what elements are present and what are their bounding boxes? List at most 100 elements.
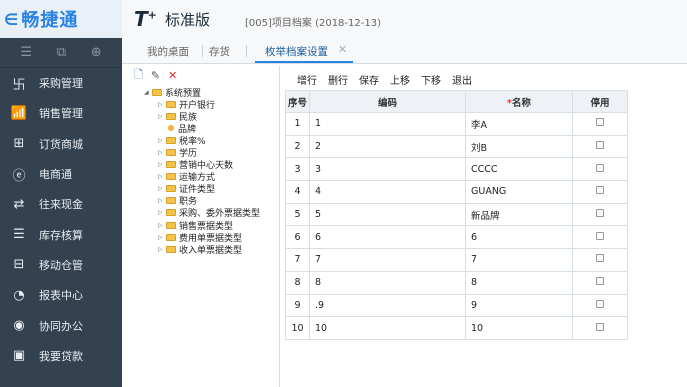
cell-code[interactable]: 6	[309, 225, 466, 250]
table-row[interactable]: 1 1 李A	[285, 112, 628, 136]
disabled-checkbox[interactable]	[596, 141, 604, 150]
exit-button[interactable]: 退出	[452, 72, 472, 87]
cell-name[interactable]: 新品牌	[465, 202, 573, 227]
cell-seq[interactable]: 1	[285, 112, 310, 136]
nav-item[interactable]: ⊞ 订货商城	[0, 129, 122, 159]
tab-my-desktop[interactable]: 我的桌面	[147, 44, 189, 59]
expand-toggle-icon[interactable]: ▷	[158, 101, 166, 108]
expand-toggle-icon[interactable]: ▷	[158, 149, 166, 156]
cell-seq[interactable]: 7	[285, 248, 310, 272]
disabled-checkbox[interactable]	[596, 299, 604, 308]
add-row-button[interactable]: 增行	[297, 72, 317, 87]
cell-seq[interactable]: 10	[285, 316, 310, 340]
move-down-button[interactable]: 下移	[421, 72, 441, 87]
tree-node[interactable]: ▷ 职务	[158, 195, 197, 207]
cell-seq[interactable]: 2	[285, 134, 310, 159]
cell-code[interactable]: .9	[309, 293, 466, 318]
menu-icon[interactable]: ☰	[20, 45, 32, 60]
nav-item[interactable]: ◉ 协同办公	[0, 310, 122, 340]
table-row[interactable]: 2 2 刘B	[285, 134, 628, 159]
nav-item[interactable]: ⓔ 电商通	[0, 159, 122, 189]
cell-code[interactable]: 3	[309, 157, 466, 182]
cell-code[interactable]: 1	[309, 112, 466, 136]
cell-seq[interactable]: 3	[285, 157, 310, 182]
cell-name[interactable]: 6	[465, 225, 573, 250]
disabled-checkbox[interactable]	[596, 231, 604, 240]
cell-name[interactable]: 李A	[465, 112, 573, 136]
cell-code[interactable]: 4	[309, 180, 466, 204]
table-row[interactable]: 4 4 GUANG	[285, 180, 628, 204]
expand-toggle-icon[interactable]: ▷	[158, 222, 166, 229]
nav-item[interactable]: 卐采购管理	[0, 68, 122, 98]
cell-code[interactable]: 2	[309, 134, 466, 159]
cell-name[interactable]: 7	[465, 248, 573, 272]
expand-toggle-icon[interactable]: ▷	[158, 173, 166, 180]
tree-node[interactable]: 品牌	[158, 122, 196, 135]
expand-toggle-icon[interactable]: ▷	[158, 137, 166, 144]
disabled-checkbox[interactable]	[596, 254, 604, 263]
delete-icon[interactable]: ✕	[168, 69, 177, 82]
new-document-icon[interactable]: 🗋	[134, 66, 143, 85]
tree-node[interactable]: ▷ 销售票据类型	[158, 219, 233, 232]
disabled-checkbox[interactable]	[596, 209, 604, 218]
tab-close-icon[interactable]: ✕	[338, 43, 347, 56]
table-row[interactable]: 777	[285, 248, 628, 272]
disabled-checkbox[interactable]	[596, 277, 604, 286]
tree-node[interactable]: ▷ 费用单票据类型	[158, 231, 242, 244]
nav-item[interactable]: ⇄ 往来现金	[0, 189, 122, 219]
expand-toggle-icon[interactable]: ▷	[158, 185, 166, 192]
expand-toggle-icon[interactable]: ◢	[144, 89, 152, 96]
nav-item[interactable]: ◔ 报表中心	[0, 280, 122, 310]
cell-seq[interactable]: 8	[285, 270, 310, 295]
cell-code[interactable]: 10	[309, 316, 466, 340]
cell-seq[interactable]: 6	[285, 225, 310, 250]
cell-name[interactable]: 8	[465, 270, 573, 295]
window-icon[interactable]: ⧉	[57, 45, 66, 60]
disabled-checkbox[interactable]	[596, 163, 604, 172]
nav-item[interactable]: ⊟ 移动仓管	[0, 250, 122, 280]
tree-node[interactable]: ▷ 学历	[158, 146, 197, 159]
tree-node[interactable]: ▷ 开户银行	[158, 98, 215, 111]
tree-node[interactable]: ▷ 民族	[158, 110, 197, 123]
cell-name[interactable]: 9	[465, 293, 573, 318]
expand-toggle-icon[interactable]: ▷	[158, 197, 166, 204]
table-row[interactable]: 3 3 CCCC	[285, 157, 628, 182]
disabled-checkbox[interactable]	[596, 186, 604, 195]
cell-name[interactable]: 10	[465, 316, 573, 340]
cell-code[interactable]: 5	[309, 202, 466, 227]
save-button[interactable]: 保存	[359, 72, 379, 87]
table-row[interactable]: 10 10 10	[285, 316, 628, 340]
tree-node[interactable]: ▷ 证件类型	[158, 183, 215, 195]
expand-toggle-icon[interactable]: ▷	[158, 209, 166, 216]
tree-node[interactable]: ▷ 税率%	[158, 134, 206, 147]
expand-toggle-icon[interactable]: ▷	[158, 113, 166, 120]
cell-name[interactable]: 刘B	[465, 134, 573, 159]
nav-item[interactable]: ▣ 我要贷款	[0, 341, 122, 371]
expand-toggle-icon[interactable]: ▷	[158, 161, 166, 168]
table-row[interactable]: 888	[285, 270, 628, 295]
cell-code[interactable]: 8	[309, 270, 466, 295]
cell-seq[interactable]: 5	[285, 202, 310, 227]
table-row[interactable]: 9.9 9	[285, 293, 628, 318]
cell-name[interactable]: CCCC	[465, 157, 573, 182]
tree-node[interactable]: ▷ 营销中心天数	[158, 159, 233, 171]
tree-node[interactable]: ▷ 采购、委外票据类型	[158, 207, 260, 219]
edit-icon[interactable]: ✎	[151, 69, 160, 82]
move-up-button[interactable]: 上移	[390, 72, 410, 87]
cell-code[interactable]: 7	[309, 248, 466, 272]
delete-row-button[interactable]: 删行	[328, 72, 348, 87]
add-icon[interactable]: ⊕	[91, 45, 102, 60]
cell-name[interactable]: GUANG	[465, 180, 573, 204]
expand-toggle-icon[interactable]: ▷	[158, 234, 166, 241]
tab-inventory[interactable]: 存货	[209, 44, 230, 59]
table-row[interactable]: 666	[285, 225, 628, 250]
disabled-checkbox[interactable]	[596, 118, 604, 127]
tab-enum-settings[interactable]: 枚举档案设置	[265, 44, 328, 59]
brand-logo[interactable]: ∈ 畅捷通	[0, 0, 122, 38]
cell-seq[interactable]: 4	[285, 180, 310, 204]
cell-seq[interactable]: 9	[285, 293, 310, 318]
expand-toggle-icon[interactable]: ▷	[158, 246, 166, 253]
table-row[interactable]: 5 5 新品牌	[285, 202, 628, 227]
nav-item[interactable]: 📶 销售管理	[0, 98, 122, 128]
tree-node[interactable]: ▷ 收入单票据类型	[158, 243, 242, 256]
